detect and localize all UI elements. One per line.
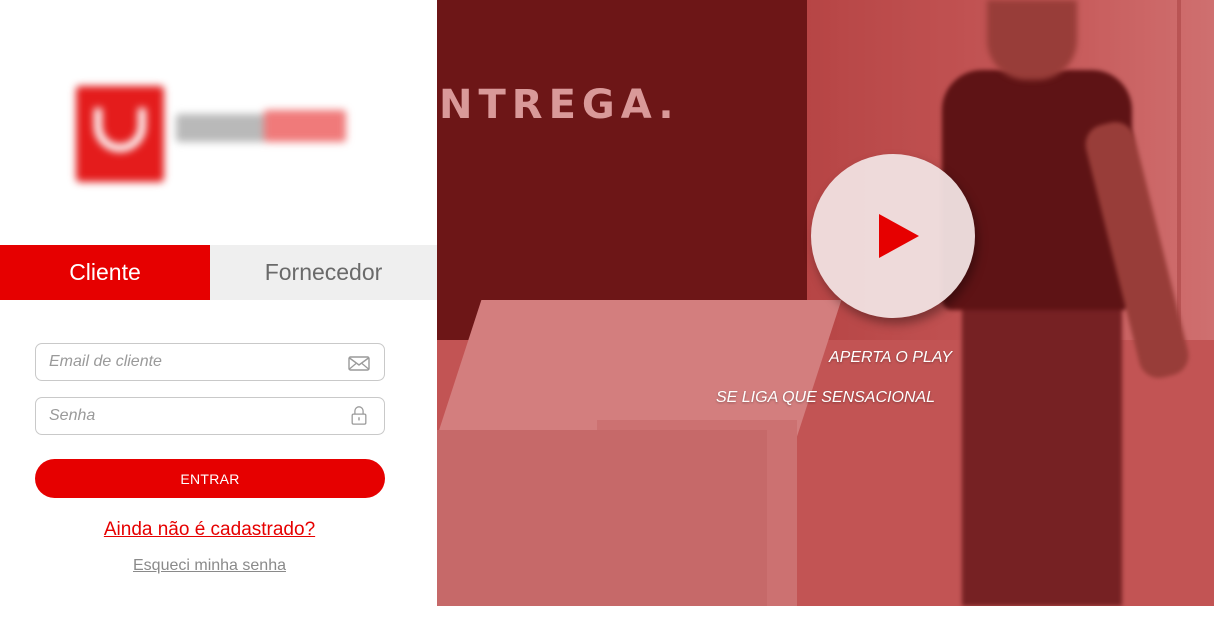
lock-icon (351, 406, 367, 425)
login-button[interactable]: ENTRAR (35, 459, 385, 498)
play-icon (879, 214, 919, 258)
video-caption-line1: APERTA O PLAY (829, 349, 953, 366)
tab-cliente[interactable]: Cliente (0, 245, 210, 300)
logo-mark (76, 86, 164, 182)
password-input[interactable] (36, 398, 326, 434)
company-logo (64, 74, 354, 186)
envelope-icon (348, 356, 370, 371)
logo-wordmark-part1 (176, 114, 266, 142)
below-fold-heading-text: ▬▬▬▬ ▬▬▬ ▬▬▬▬▬▬ ▬▬ ▬▬▬▬▬▬▬ ▬▬▬▬▬▬▬ ▬ (451, 612, 1214, 624)
video-caption-line2: SE LIGA QUE SENSACIONAL (715, 389, 936, 406)
tab-fornecedor[interactable]: Fornecedor (210, 245, 437, 300)
signup-link[interactable]: Ainda não é cadastrado? (0, 519, 419, 541)
forgot-password-link[interactable]: Esqueci minha senha (0, 557, 419, 575)
below-fold-heading: ▬▬▬▬ ▬▬▬ ▬▬▬▬▬▬ ▬▬ ▬▬▬▬▬▬▬ ▬▬▬▬▬▬▬ ▬ (437, 606, 1214, 624)
email-input[interactable] (36, 344, 326, 380)
video-panel: NTREGA. APERTA O PLAY SE LIGA QUE SENSAC… (437, 0, 1214, 606)
logo-wordmark-part2 (264, 110, 346, 142)
email-field (35, 343, 385, 381)
red-overlay (437, 0, 1214, 606)
password-field (35, 397, 385, 435)
play-button[interactable] (811, 154, 975, 318)
login-page: Cliente Fornecedor ENTRAR Ainda não é ca… (0, 0, 1214, 624)
login-panel: Cliente Fornecedor ENTRAR Ainda não é ca… (0, 0, 437, 624)
login-tabs: Cliente Fornecedor (0, 245, 437, 300)
